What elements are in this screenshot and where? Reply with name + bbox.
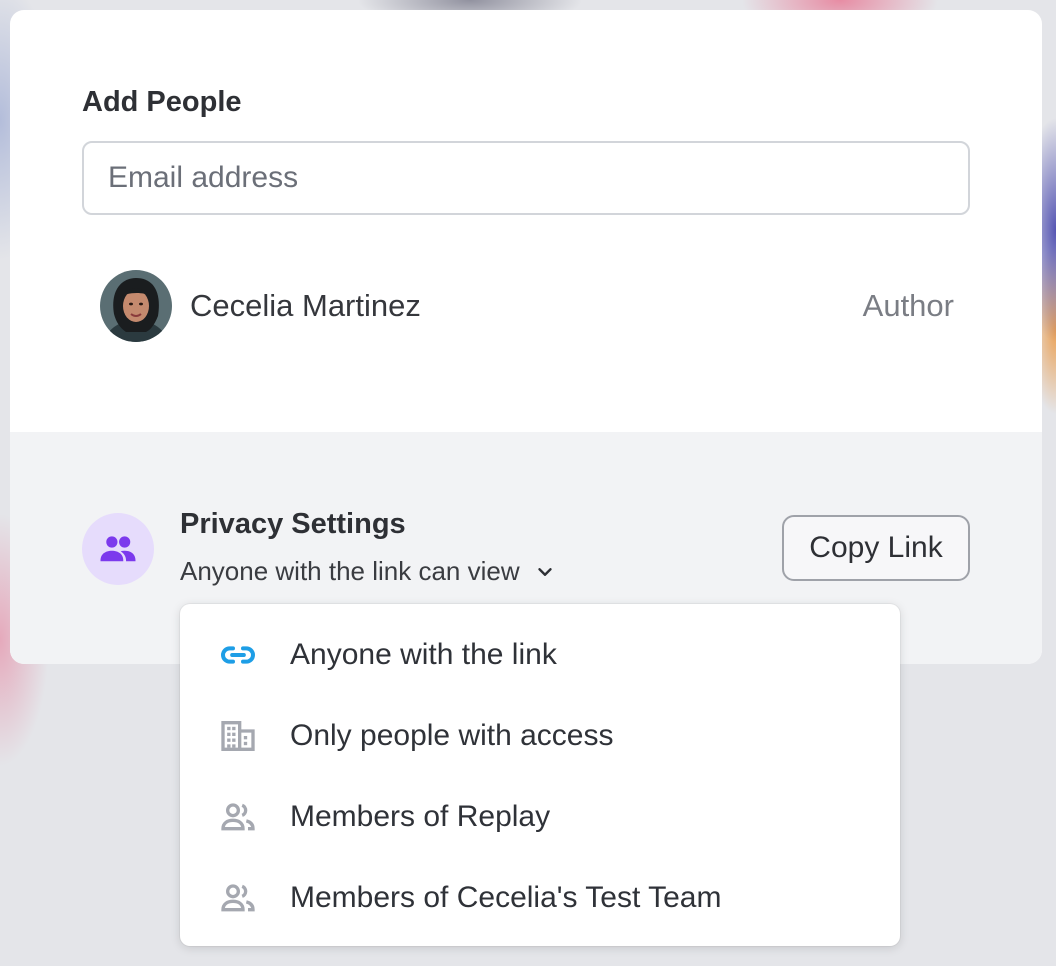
people-icon — [218, 797, 258, 837]
menu-item-members-of-replay[interactable]: Members of Replay — [180, 776, 900, 857]
menu-item-only-people-with-access[interactable]: Only people with access — [180, 695, 900, 776]
people-icon — [218, 878, 258, 918]
people-icon — [82, 513, 154, 585]
copy-link-button[interactable]: Copy Link — [782, 515, 970, 581]
add-people-title: Add People — [82, 86, 242, 118]
building-icon — [218, 716, 258, 756]
menu-item-label: Anyone with the link — [290, 637, 557, 671]
add-people-section: Add People Cecelia Martinez Author — [10, 10, 1042, 432]
menu-item-label: Members of Cecelia's Test Team — [290, 880, 722, 914]
collaborator-row: Cecelia Martinez Author — [100, 270, 954, 342]
chevron-down-icon — [534, 561, 556, 583]
menu-item-label: Only people with access — [290, 718, 614, 752]
collaborator-role: Author — [862, 288, 954, 323]
privacy-options-menu: Anyone with the link Only people with ac… — [180, 604, 900, 946]
privacy-current-value: Anyone with the link can view — [180, 556, 520, 586]
menu-item-label: Members of Replay — [290, 799, 551, 833]
collaborator-name: Cecelia Martinez — [190, 288, 421, 323]
share-dialog: Add People Cecelia Martinez Author — [10, 10, 1042, 664]
privacy-dropdown[interactable]: Anyone with the link can view — [180, 556, 556, 587]
link-icon — [218, 635, 258, 675]
menu-item-members-of-test-team[interactable]: Members of Cecelia's Test Team — [180, 857, 900, 938]
avatar — [100, 270, 172, 342]
menu-item-anyone-with-link[interactable]: Anyone with the link — [180, 614, 900, 695]
email-input[interactable] — [82, 141, 970, 215]
privacy-settings-title: Privacy Settings — [180, 508, 406, 540]
